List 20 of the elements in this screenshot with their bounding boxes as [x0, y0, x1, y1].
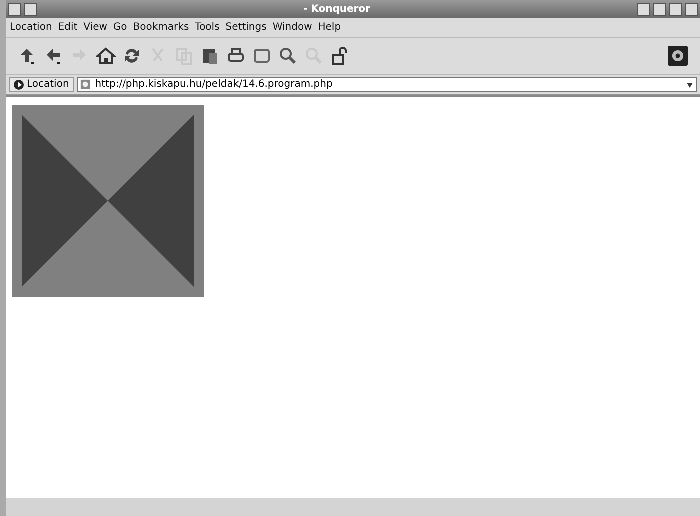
menu-item[interactable]: View	[84, 22, 108, 33]
window-title: - Konqueror	[302, 4, 372, 14]
menu-item[interactable]: Help	[318, 22, 342, 33]
window-icon[interactable]	[252, 46, 272, 66]
location-button[interactable]: Location	[9, 77, 74, 92]
menu-item[interactable]: Settings	[226, 22, 267, 33]
zoom-in-icon[interactable]	[278, 46, 298, 66]
dropdown-icon[interactable]	[686, 81, 694, 89]
menu-item[interactable]: Edit	[58, 22, 78, 33]
padlock-icon[interactable]	[330, 46, 350, 66]
url-field[interactable]: http://php.kiskapu.hu/peldak/14.6.program.php	[77, 77, 697, 92]
menu-item[interactable]: Tools	[195, 22, 220, 33]
menu-item[interactable]: Location	[10, 22, 52, 33]
menu-item[interactable]: Go	[113, 22, 128, 33]
reload-icon[interactable]	[122, 46, 142, 66]
menu-item[interactable]: Bookmarks	[133, 22, 190, 33]
menu-item[interactable]: Window	[272, 22, 312, 33]
play-icon	[14, 80, 24, 90]
paste-icon[interactable]	[200, 46, 220, 66]
home-icon[interactable]	[96, 46, 116, 66]
